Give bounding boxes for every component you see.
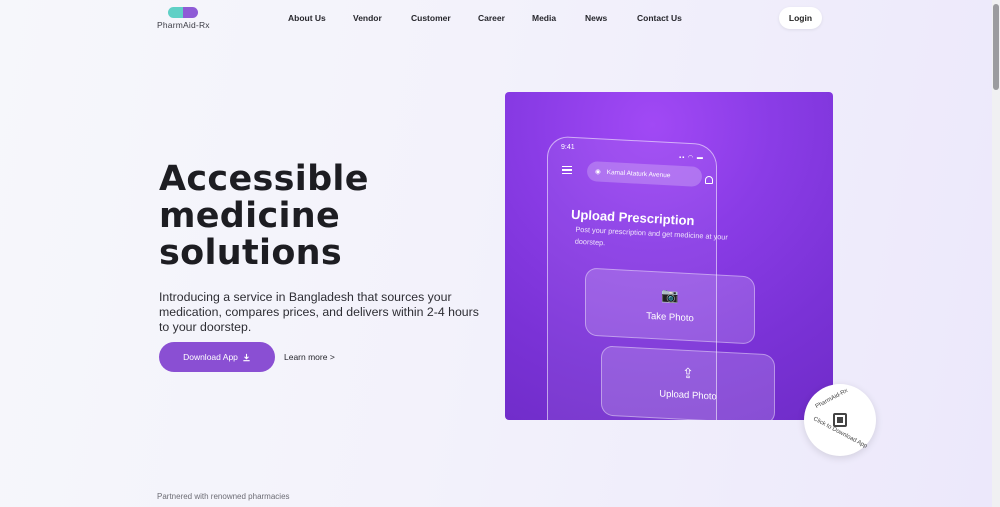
upload-photo-card: ⇪ Upload Photo xyxy=(601,345,775,420)
login-button[interactable]: Login xyxy=(779,7,822,29)
brand-logo[interactable]: PharmAid-Rx xyxy=(157,6,217,32)
nav-vendor[interactable]: Vendor xyxy=(353,13,382,23)
download-app-label: Download App xyxy=(183,352,238,362)
location-pin-icon: ◉ xyxy=(594,168,601,176)
nav-about-us[interactable]: About Us xyxy=(288,13,326,23)
location-text: Kamal Ataturk Avenue xyxy=(606,168,671,179)
learn-more-link[interactable]: Learn more > xyxy=(284,352,335,362)
badge-brand-text: PharmAid-Rx xyxy=(814,387,850,411)
brand-name: PharmAid-Rx xyxy=(157,20,210,30)
signal-wifi-battery-icon: ▪▪ ◠ ▬ xyxy=(679,155,704,161)
nav-contact-us[interactable]: Contact Us xyxy=(637,13,682,23)
download-app-badge[interactable]: PharmAid-Rx Click to Download App xyxy=(804,384,876,456)
hero-title-line: solutions xyxy=(159,233,343,273)
hero-title: Accessible medicine solutions xyxy=(159,161,369,272)
pill-logo-icon xyxy=(168,7,198,18)
upload-image-icon: ⇪ xyxy=(682,364,694,382)
hero-title-line: Accessible xyxy=(159,159,369,199)
page-scrollbar[interactable] xyxy=(992,0,1000,507)
nav-news[interactable]: News xyxy=(585,13,607,23)
download-app-button[interactable]: Download App xyxy=(159,342,275,372)
take-photo-card: 📷 Take Photo xyxy=(585,267,755,345)
app-preview-visual: 9:41 ▪▪ ◠ ▬ ◉ Kamal Ataturk Avenue Uploa… xyxy=(505,92,833,420)
hero-title-line: medicine xyxy=(159,196,341,236)
camera-icon: 📷 xyxy=(661,286,679,304)
scrollbar-thumb[interactable] xyxy=(993,4,999,90)
phone-time: 9:41 xyxy=(561,144,575,151)
nav-career[interactable]: Career xyxy=(478,13,505,23)
nav-media[interactable]: Media xyxy=(532,13,556,23)
nav-customer[interactable]: Customer xyxy=(411,13,451,23)
hero-description: Introducing a service in Bangladesh that… xyxy=(159,290,479,334)
top-nav: PharmAid-Rx About Us Vendor Customer Car… xyxy=(0,0,992,36)
menu-icon xyxy=(562,166,572,174)
qr-code-icon xyxy=(833,413,847,427)
take-photo-label: Take Photo xyxy=(646,310,694,325)
upload-photo-label: Upload Photo xyxy=(659,388,717,403)
bell-icon xyxy=(705,176,713,184)
download-icon xyxy=(243,353,250,361)
partnered-caption: Partnered with renowned pharmacies xyxy=(157,492,290,501)
